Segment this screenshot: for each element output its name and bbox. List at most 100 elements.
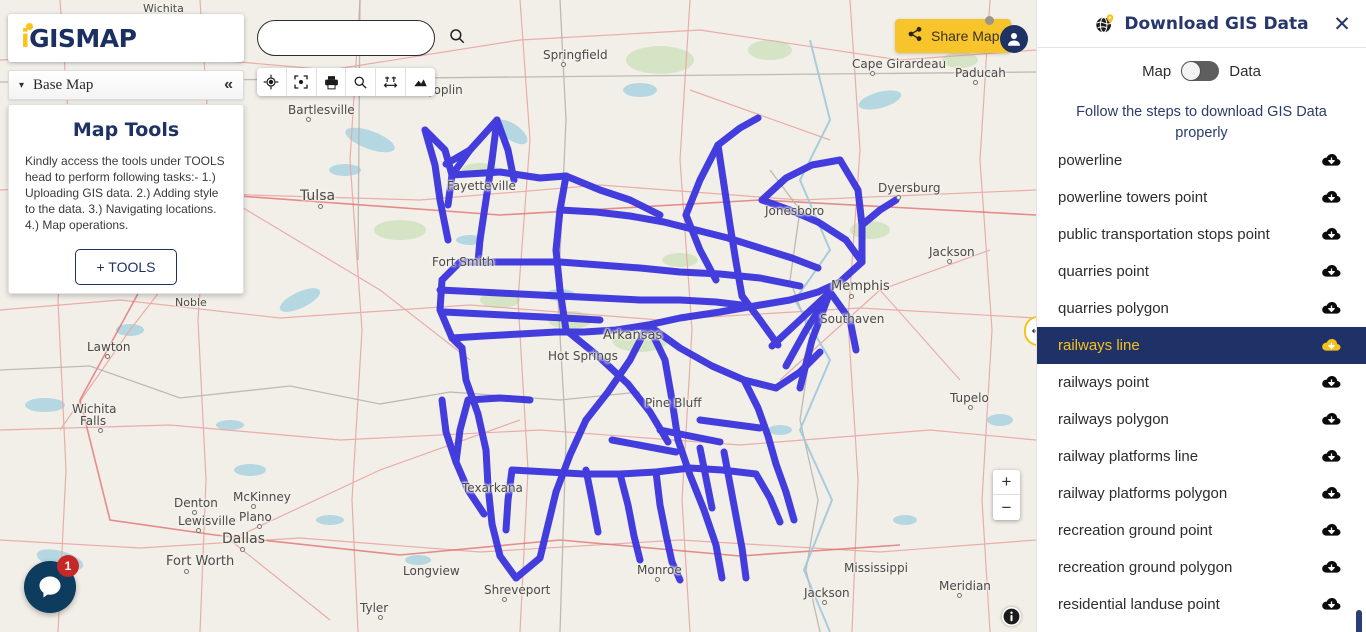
layer-row-label: powerline towers point <box>1058 189 1208 206</box>
add-tools-button[interactable]: + TOOLS <box>75 249 177 285</box>
layer-row[interactable]: powerline towers point <box>1037 179 1366 216</box>
zoom-search-icon[interactable] <box>346 68 377 96</box>
layer-row-label: quarries point <box>1058 263 1149 280</box>
locate-icon[interactable] <box>257 68 287 96</box>
measure-distance-icon[interactable] <box>376 68 407 96</box>
map-city-dot <box>378 615 383 620</box>
layer-row[interactable]: recreation ground point <box>1037 512 1366 549</box>
layers-terrain-icon[interactable] <box>406 68 435 96</box>
cloud-download-icon[interactable] <box>1320 522 1342 540</box>
logo-i-letter: i <box>21 23 30 53</box>
map-city-dot <box>896 195 901 200</box>
map-viewport[interactable]: Wichita Springfield Cape Girardeau Paducah B… <box>0 0 1036 632</box>
cloud-download-icon[interactable] <box>1320 485 1342 503</box>
layer-list: powerline powerline towers point public tr… <box>1037 154 1366 623</box>
map-tools-title: Map Tools <box>72 119 180 141</box>
logo-text: iGISMAP <box>21 22 137 53</box>
map-city-dot <box>184 569 189 574</box>
base-map-bar[interactable]: ▾ Base Map « <box>8 70 244 100</box>
globe-pin-icon <box>1094 13 1116 35</box>
avatar-status-dot <box>985 16 994 25</box>
cloud-download-icon[interactable] <box>1320 226 1342 244</box>
cloud-download-icon[interactable] <box>1320 154 1342 170</box>
zoom-in-button[interactable]: + <box>993 470 1020 495</box>
layer-row-label: recreation ground polygon <box>1058 559 1233 576</box>
share-map-label: Share Map <box>931 28 1000 44</box>
map-data-toggle-switch[interactable] <box>1181 61 1220 81</box>
logo-rest: GISMAP <box>29 23 137 53</box>
igismap-application: Wichita Springfield Cape Girardeau Paducah B… <box>0 0 1366 632</box>
layer-row[interactable]: railways line <box>1037 327 1366 364</box>
share-icon <box>907 26 923 47</box>
search-icon[interactable] <box>448 27 466 50</box>
layer-row[interactable]: railways polygon <box>1037 401 1366 438</box>
toggle-label-data: Data <box>1229 62 1261 80</box>
layer-row-label: railway platforms polygon <box>1058 485 1228 502</box>
map-city-dot <box>318 204 323 209</box>
cloud-download-icon[interactable] <box>1320 300 1342 318</box>
map-city-dot <box>502 597 507 602</box>
igismap-logo[interactable]: iGISMAP <box>8 14 244 62</box>
collapse-left-icon[interactable]: « <box>224 76 233 94</box>
panel-scrollbar-track[interactable] <box>1356 140 1364 632</box>
cloud-download-icon[interactable] <box>1320 263 1342 281</box>
panel-scrollbar-thumb[interactable] <box>1356 610 1362 632</box>
map-city-dot <box>947 259 952 264</box>
panel-header: Download GIS Data ✕ <box>1037 0 1366 48</box>
focus-frame-icon[interactable] <box>287 68 317 96</box>
map-city-dot <box>957 593 962 598</box>
cloud-download-icon[interactable] <box>1320 411 1342 429</box>
map-city-dot <box>251 504 256 509</box>
cloud-download-icon[interactable] <box>1320 448 1342 466</box>
map-city-dot <box>98 428 103 433</box>
layer-row[interactable]: railway platforms line <box>1037 438 1366 475</box>
map-city-dot <box>196 528 201 533</box>
layer-row-label: public transportation stops point <box>1058 226 1270 243</box>
layer-row-label: quarries polygon <box>1058 300 1169 317</box>
share-map-button[interactable]: Share Map <box>895 19 1012 53</box>
cloud-download-icon[interactable] <box>1320 337 1342 355</box>
layer-row[interactable]: railways point <box>1037 364 1366 401</box>
chevron-down-icon[interactable]: ▾ <box>19 80 24 91</box>
close-icon[interactable]: ✕ <box>1330 12 1354 36</box>
layer-row-label: residential landuse point <box>1058 596 1220 613</box>
download-gis-data-panel: Download GIS Data ✕ Map Data Follow the … <box>1036 0 1366 632</box>
map-data-toggle-row[interactable]: Map Data <box>1037 52 1366 90</box>
layer-row-label: railway platforms line <box>1058 448 1199 465</box>
layer-row[interactable]: public transportation stops point <box>1037 216 1366 253</box>
search-input[interactable] <box>272 30 448 46</box>
cloud-download-icon[interactable] <box>1320 596 1342 614</box>
map-info-button[interactable] <box>1002 607 1021 626</box>
cloud-download-icon[interactable] <box>1320 374 1342 392</box>
map-zoom-controls[interactable]: + − <box>993 470 1020 520</box>
layer-row[interactable]: recreation ground polygon <box>1037 549 1366 586</box>
map-city-dot <box>561 62 566 67</box>
panel-subtitle: Follow the steps to download GIS Data pr… <box>1076 104 1327 141</box>
layer-row[interactable]: quarries polygon <box>1037 290 1366 327</box>
user-avatar[interactable] <box>1000 25 1028 53</box>
map-city-dot <box>870 71 875 76</box>
zoom-out-button[interactable]: − <box>993 495 1020 520</box>
map-city-dot <box>822 600 827 605</box>
layer-row[interactable]: residential landuse point <box>1037 586 1366 623</box>
map-city-dot <box>849 294 854 299</box>
layer-row-label: recreation ground point <box>1058 522 1213 539</box>
layer-row[interactable]: powerline <box>1037 154 1366 179</box>
layer-row-label: powerline <box>1058 154 1123 169</box>
print-icon[interactable] <box>317 68 347 96</box>
map-search-box[interactable] <box>257 20 465 56</box>
layer-row[interactable]: railway platforms polygon <box>1037 475 1366 512</box>
map-toolbar[interactable] <box>257 68 435 96</box>
map-city-dot <box>105 354 110 359</box>
layer-list-scroll-area[interactable]: powerline powerline towers point public tr… <box>1037 154 1366 632</box>
map-tools-description: Kindly access the tools under TOOLS head… <box>25 154 225 232</box>
map-city-dot <box>968 405 973 410</box>
map-city-dot <box>240 547 245 552</box>
cloud-download-icon[interactable] <box>1320 559 1342 577</box>
base-map-label: Base Map <box>33 76 94 93</box>
layer-row-label: railways point <box>1058 374 1149 391</box>
cloud-download-icon[interactable] <box>1320 189 1342 207</box>
layer-row-label: railways line <box>1058 337 1140 354</box>
layer-row[interactable]: quarries point <box>1037 253 1366 290</box>
map-city-dot <box>192 510 197 515</box>
